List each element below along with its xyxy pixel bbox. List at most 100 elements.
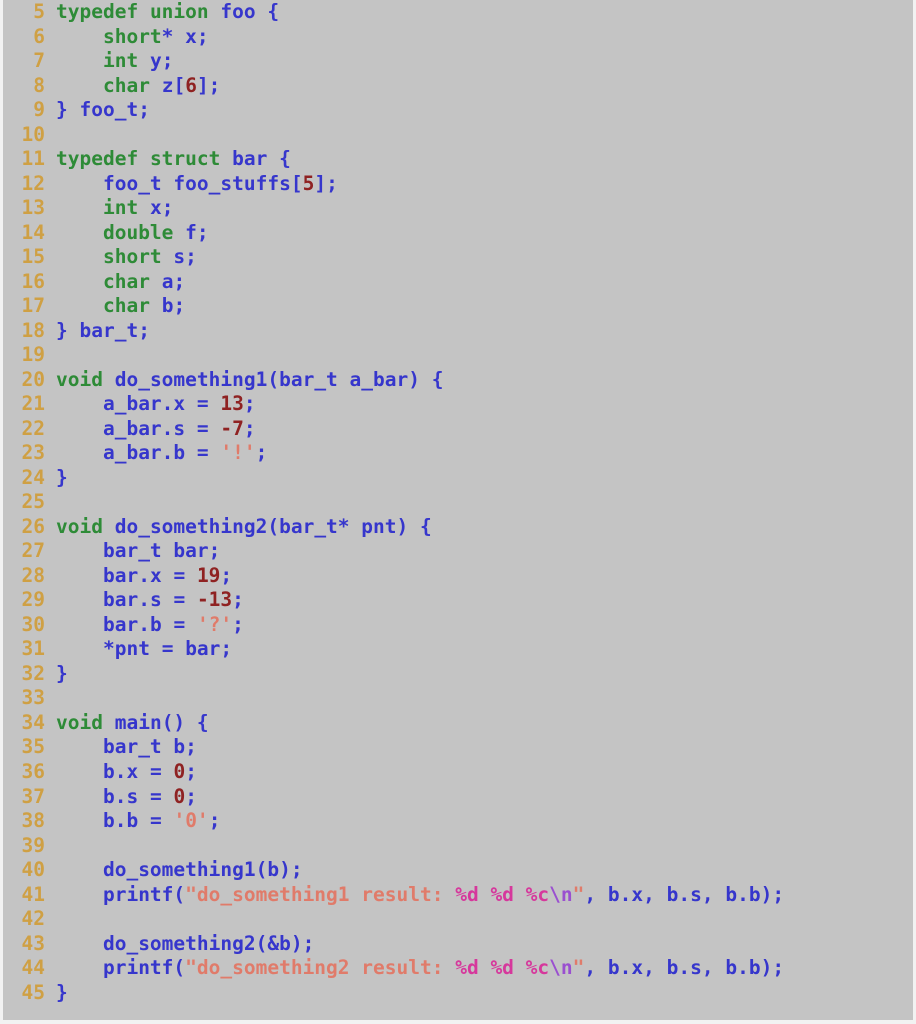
code-line[interactable]: 28 bar.x = 19; [3,564,913,589]
token-id: b [725,956,738,980]
line-content[interactable]: } bar_t; [45,319,150,344]
code-line[interactable]: 41 printf("do_something1 result: %d %d %… [3,883,913,908]
token-punc: ; [220,563,233,587]
code-line[interactable]: 21 a_bar.x = 13; [3,392,913,417]
code-line[interactable]: 44 printf("do_something2 result: %d %d %… [3,956,913,981]
line-content[interactable]: void do_something1(bar_t a_bar) { [45,368,443,393]
code-line[interactable]: 37 b.s = 0; [3,785,913,810]
code-line[interactable]: 35 bar_t b; [3,735,913,760]
line-content[interactable]: bar.x = 19; [45,564,232,589]
line-content[interactable]: double f; [45,221,209,246]
code-line[interactable]: 27 bar_t bar; [3,539,913,564]
line-content[interactable]: int x; [45,196,173,221]
token-id: b [607,882,620,906]
line-content[interactable]: } [45,662,68,687]
token-id: bar [185,637,221,661]
line-number: 30 [21,612,45,636]
line-content[interactable]: } [45,466,68,491]
line-content[interactable]: printf("do_something2 result: %d %d %c\n… [45,956,784,981]
line-content[interactable]: b.s = 0; [45,785,197,810]
line-content[interactable]: char a; [45,270,185,295]
line-content[interactable]: a_bar.x = 13; [45,392,256,417]
token-id: foo_stuffs [173,171,291,195]
line-content[interactable]: foo_t foo_stuffs[5]; [45,172,338,197]
line-content[interactable]: typedef union foo { [45,0,279,25]
code-line[interactable]: 19 [3,343,913,368]
code-line[interactable]: 30 bar.b = '?'; [3,613,913,638]
code-lines-container[interactable]: 5 typedef union foo {6 short* x; 7 int y; 8… [3,0,913,1020]
line-content[interactable]: printf("do_something1 result: %d %d %c\n… [45,883,784,908]
token-esc: \n [549,956,573,980]
code-line[interactable]: 36 b.x = 0; [3,760,913,785]
line-content[interactable]: char z[6]; [45,74,220,99]
token-op: = [161,612,197,636]
code-line[interactable]: 42 [3,907,913,932]
line-content[interactable]: b.x = 0; [45,760,197,785]
line-content[interactable]: void do_something2(bar_t* pnt) { [45,515,432,540]
line-content[interactable]: typedef struct bar { [45,147,291,172]
line-number: 32 [21,661,45,685]
line-content[interactable]: bar.b = '?'; [45,613,244,638]
line-content[interactable]: bar_t bar; [45,539,220,564]
code-line[interactable]: 13 int x; [3,196,913,221]
code-line[interactable]: 17 char b; [3,294,913,319]
token-id: b [173,441,186,465]
code-line[interactable]: 40 do_something1(b); [3,858,913,883]
line-content[interactable]: } foo_t; [45,98,150,123]
code-line[interactable]: 6 short* x; [3,25,913,50]
code-line[interactable]: 7 int y; [3,49,913,74]
code-line[interactable]: 18} bar_t; [3,319,913,344]
line-content[interactable]: void main() { [45,711,209,736]
code-line[interactable]: 34 void main() { [3,711,913,736]
code-line[interactable]: 11 typedef struct bar { [3,147,913,172]
line-content[interactable]: short s; [45,245,197,270]
line-number: 44 [21,956,45,980]
code-line[interactable]: 15 short s; [3,245,913,270]
token-id: s [690,956,702,980]
line-number: 11 [21,147,45,171]
code-line[interactable]: 20 void do_something1(bar_t a_bar) { [3,368,913,393]
code-line[interactable]: 25 [3,490,913,515]
token-id: a [161,269,174,293]
line-content[interactable]: do_something1(b); [45,858,303,883]
token-kw: int [102,196,139,220]
line-content[interactable]: char b; [45,294,185,319]
line-number: 8 [33,73,45,97]
line-content[interactable]: } [45,981,68,1006]
code-line[interactable]: 26 void do_something2(bar_t* pnt) { [3,515,913,540]
line-content[interactable]: int y; [45,49,173,74]
code-line[interactable]: 29 bar.s = -13; [3,588,913,613]
code-line[interactable]: 5 typedef union foo { [3,0,913,25]
token-punc: ( [267,514,280,538]
code-line[interactable]: 8 char z[6]; [3,74,913,99]
code-line[interactable]: 24} [3,466,913,491]
code-line[interactable]: 45} [3,981,913,1006]
line-content[interactable]: short* x; [45,25,209,50]
code-line[interactable]: 16 char a; [3,270,913,295]
line-content[interactable]: bar.s = -13; [45,588,244,613]
line-content[interactable]: a_bar.b = '!'; [45,441,267,466]
code-line[interactable]: 39 [3,834,913,859]
line-content[interactable]: do_something2(&b); [45,932,314,957]
code-editor[interactable]: 5 typedef union foo {6 short* x; 7 int y; 8… [0,0,916,1024]
code-line[interactable]: 32} [3,662,913,687]
code-line[interactable]: 12 foo_t foo_stuffs[5]; [3,172,913,197]
code-line[interactable]: 22 a_bar.s = -7; [3,417,913,442]
token-punc: [ [290,171,303,195]
token-punc: . [138,612,150,636]
code-line[interactable]: 9} foo_t; [3,98,913,123]
code-line[interactable]: 38 b.b = '0'; [3,809,913,834]
line-content[interactable]: *pnt = bar; [45,637,232,662]
token-op: = [138,809,174,833]
code-line[interactable]: 43 do_something2(&b); [3,932,913,957]
line-content[interactable]: a_bar.s = -7; [45,417,256,442]
code-line[interactable]: 10 [3,123,913,148]
code-line[interactable]: 33 [3,686,913,711]
token-punc: { [267,147,291,171]
line-content[interactable]: bar_t b; [45,735,197,760]
line-content[interactable]: b.b = '0'; [45,809,220,834]
code-line[interactable]: 23 a_bar.b = '!'; [3,441,913,466]
code-line[interactable]: 14 double f; [3,221,913,246]
code-line[interactable]: 31 *pnt = bar; [3,637,913,662]
